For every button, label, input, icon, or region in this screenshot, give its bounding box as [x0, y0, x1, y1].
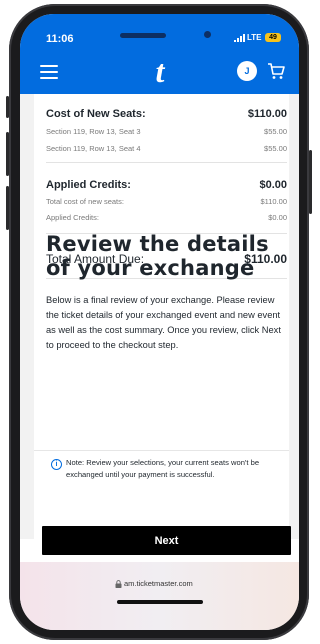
divider [46, 162, 287, 163]
menu-icon[interactable] [40, 65, 58, 79]
lock-icon [115, 580, 122, 588]
phone-screen: 11:06 LTE 49 t J Cost of New Seats: $110… [20, 14, 299, 630]
browser-bar [20, 562, 299, 630]
signal-icon [234, 34, 245, 42]
payment-note: Note: Review your selections, your curre… [66, 458, 260, 479]
cost-new-seats-label: Cost of New Seats: [46, 108, 146, 120]
info-icon: i [51, 459, 62, 470]
status-bar: 11:06 LTE 49 [20, 14, 299, 48]
battery-icon: 49 [265, 33, 281, 42]
power-button [309, 150, 312, 214]
cost-new-seats-value: $110.00 [247, 108, 287, 120]
seat-line-value: $55.00 [264, 127, 287, 136]
status-time: 11:06 [46, 33, 74, 45]
cart-icon[interactable] [266, 61, 286, 81]
ticketmaster-logo[interactable]: t [148, 54, 172, 88]
next-button[interactable]: Next [42, 526, 291, 555]
mute-switch [6, 96, 9, 118]
credit-line-label: Total cost of new seats: [46, 197, 124, 206]
home-indicator[interactable] [117, 600, 203, 604]
app-header: t J [20, 48, 299, 94]
avatar[interactable]: J [237, 61, 257, 81]
seat-line-label: Section 119, Row 13, Seat 4 [46, 144, 141, 153]
network-label: LTE [247, 33, 262, 42]
applied-credits-label: Applied Credits: [46, 179, 131, 191]
speaker-notch [120, 33, 166, 38]
seat-line-value: $55.00 [264, 144, 287, 153]
browser-url[interactable]: am.ticketmaster.com [124, 579, 193, 588]
credit-line-value: $0.00 [268, 213, 287, 222]
volume-up-button [6, 132, 9, 176]
credit-line-value: $110.00 [260, 197, 287, 206]
camera-notch [204, 31, 211, 38]
review-description: Below is a final review of your exchange… [46, 295, 281, 350]
applied-credits-value: $0.00 [259, 179, 287, 191]
page-title: Review the details of your exchange [46, 232, 269, 280]
credit-line-label: Applied Credits: [46, 213, 99, 222]
volume-down-button [6, 186, 9, 230]
seat-line-label: Section 119, Row 13, Seat 3 [46, 127, 141, 136]
